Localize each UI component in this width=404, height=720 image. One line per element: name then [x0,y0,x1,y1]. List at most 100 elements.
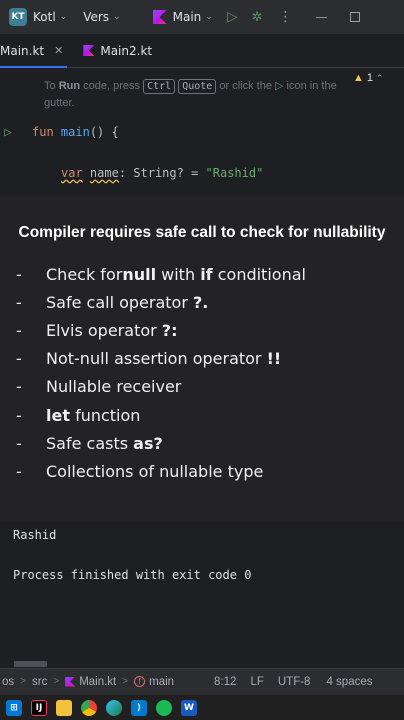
item-text: Elvis operator [46,320,162,340]
tab-main-kt[interactable]: Main.kt ✕ [0,34,73,68]
code-line-var-name: var name: String? = "Rashid" [61,166,263,180]
caret-position[interactable]: 8:12 [214,676,236,688]
list-item: - Elvis operator ?: [16,316,306,344]
item-bold: ?: [161,320,178,340]
hint-text: icon in the [283,80,337,92]
title-bar: KT Kotl ⌄ Vers ⌄ Main ⌄ ▷ ✲ ⋮ — [0,0,404,34]
run-config-label: Main [172,10,202,24]
item-text: Check for [46,264,123,284]
close-icon[interactable]: ✕ [54,44,63,57]
breadcrumb-item[interactable]: os [2,676,14,688]
item-text: Nullable receiver [46,377,182,397]
vcs-widget[interactable]: Vers [83,10,109,24]
list-item: - Safe call operator ?. [16,288,306,316]
chevron-down-icon[interactable]: ⌄ [113,12,121,22]
windows-start-icon[interactable]: ⊞ [6,699,22,716]
run-gutter-icon[interactable]: ▷ [4,125,12,140]
code-editor[interactable]: ▲ 1 ⌃ To Run code, press Ctrl Quote or c… [0,68,404,196]
list-item: - Collections of nullable type [16,457,306,485]
run-configuration-selector[interactable]: Main ⌄ [152,10,213,24]
item-text: Safe call operator [46,292,193,312]
keyword: var [61,166,83,180]
spotify-icon[interactable] [156,699,172,716]
list-item: - Nullable receiver [16,373,306,401]
project-name[interactable]: Kotl [33,10,56,24]
horizontal-scrollbar[interactable] [14,661,47,667]
run-output-console[interactable]: Rashid Process finished with exit code 0 [0,522,404,668]
tab-main2-kt[interactable]: Main2.kt [73,34,162,68]
indent-setting[interactable]: 4 spaces [326,676,372,688]
key-quote: Quote [178,79,217,94]
kotlin-icon [83,45,95,56]
edge-icon[interactable] [106,699,122,716]
chevron-right-icon: > [122,676,129,687]
chevron-down-icon[interactable]: ⌄ [60,12,68,22]
hint-text: code, press [80,80,144,92]
code-text: : String? = [118,166,206,180]
status-bar: os > src > Main.kt > f main 8:12 LF UTF-… [0,668,404,694]
topic-overlay: Compiler requires safe call to check for… [0,196,404,522]
item-bold: ?. [193,292,209,312]
dash: - [16,377,22,397]
overlay-title: Compiler requires safe call to check for… [18,224,386,241]
item-bold: !! [266,349,282,369]
more-icon[interactable]: ⋮ [279,9,294,25]
file-encoding[interactable]: UTF-8 [278,676,311,688]
item-text: with [156,264,201,284]
string-literal: "Rashid" [205,166,264,180]
dash: - [16,292,22,312]
run-icon[interactable]: ▷ [227,9,238,25]
dash: - [16,461,22,481]
list-item: - Not-null assertion operator !! [16,345,306,373]
tab-label: Main.kt [0,43,45,58]
output-line: Rashid [13,528,57,542]
item-bold: as? [133,433,163,453]
keyword: fun [32,125,54,139]
breadcrumb-item[interactable]: Main.kt [79,676,116,688]
dash: - [16,433,22,453]
chevron-up-icon: ⌃ [376,72,384,83]
hint-run-word: Run [58,80,81,92]
list-item: - Check for null with if conditional [16,260,306,288]
editor-tabs: Main.kt ✕ Main2.kt [0,34,404,68]
word-icon[interactable]: W [181,699,197,716]
item-bold: let [46,405,70,425]
dash: - [16,320,22,340]
file-explorer-icon[interactable] [56,699,72,716]
list-item: - Safe casts as? [16,429,306,457]
line-separator[interactable]: LF [250,676,263,688]
breadcrumb-item[interactable]: main [149,676,174,688]
chrome-icon[interactable] [81,699,97,716]
intellij-icon[interactable]: IJ [31,699,47,716]
function-icon: f [134,676,146,687]
dash: - [16,349,22,369]
code-text: () { [89,125,119,139]
chevron-down-icon: ⌄ [205,12,213,22]
project-badge[interactable]: KT [9,8,27,26]
list-item: - let function [16,401,306,429]
kotlin-icon [65,676,76,687]
key-ctrl: Ctrl [143,79,176,94]
dash: - [16,405,22,425]
chevron-right-icon: > [53,676,60,687]
item-text: Safe casts [46,433,134,453]
variable-name: name [89,166,119,180]
maximize-icon[interactable] [349,12,360,22]
run-hint: To Run code, press Ctrl Quote or click t… [44,78,374,112]
debug-icon[interactable]: ✲ [252,10,263,25]
vscode-icon[interactable]: ⟩ [131,699,147,716]
item-text: Not-null assertion operator [46,349,267,369]
dash: - [16,264,22,284]
output-line: Process finished with exit code 0 [13,568,252,582]
hint-text: gutter. [44,97,75,109]
item-text: function [69,405,141,425]
kotlin-icon [152,10,167,24]
topic-list: - Check for null with if conditional - Saf… [16,260,306,486]
windows-taskbar: ⊞ IJ ⟩ W [0,694,404,720]
breadcrumb-item[interactable]: src [32,676,47,688]
minimize-icon[interactable]: — [316,10,328,24]
chevron-right-icon: > [20,676,26,687]
hint-text: To [44,80,59,92]
item-text: conditional [212,264,306,284]
tab-label: Main2.kt [100,43,153,58]
